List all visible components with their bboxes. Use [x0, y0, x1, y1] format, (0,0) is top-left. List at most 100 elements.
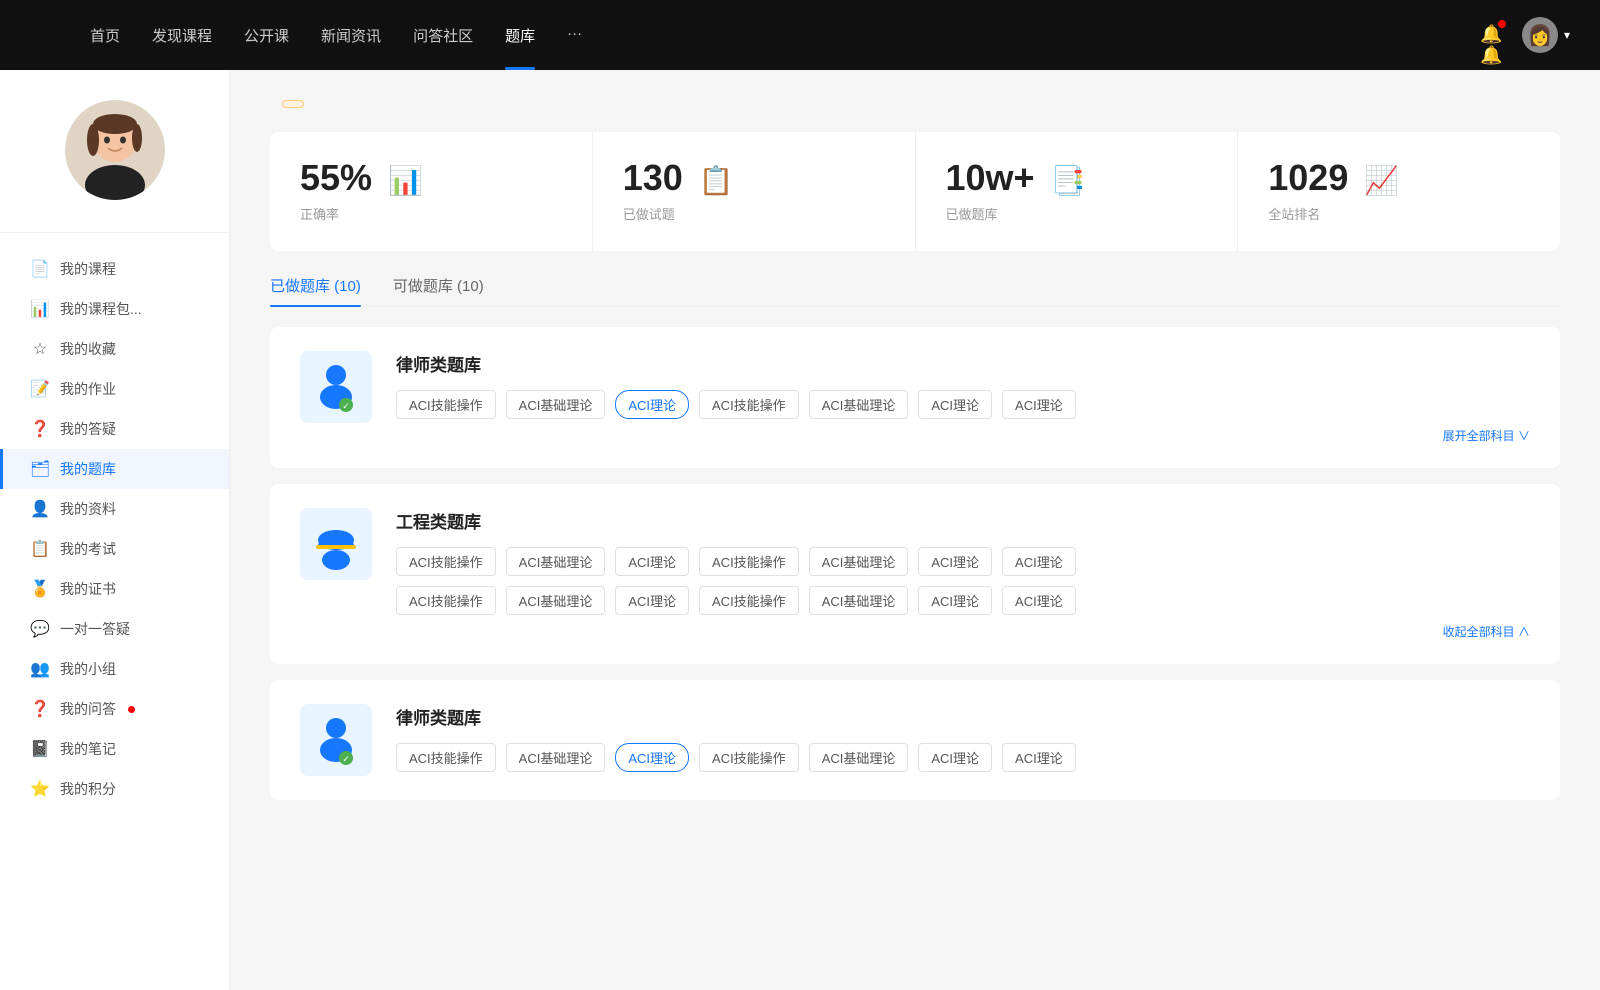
tag-2-1[interactable]: ACI基础理论	[506, 743, 606, 772]
trial-badge	[282, 100, 304, 108]
menu-icon-7: 📋	[30, 539, 50, 559]
sidebar-item-12[interactable]: 📓 我的笔记	[0, 729, 229, 769]
menu-label-9: 一对一答疑	[60, 619, 130, 639]
tag-2-6[interactable]: ACI理论	[1002, 743, 1076, 772]
bank-card-0: ✓ 律师类题库 ACI技能操作 ACI基础理论 ACI理论 ACI技能操作 ACI基础理论…	[270, 327, 1560, 468]
tabs-row: 已做题库 (10) 可做题库 (10)	[270, 275, 1560, 307]
tag-1-0[interactable]: ACI技能操作	[396, 547, 496, 576]
tag2-1-0[interactable]: ACI技能操作	[396, 586, 496, 615]
tag-0-0[interactable]: ACI技能操作	[396, 390, 496, 419]
tag2-1-3[interactable]: ACI技能操作	[699, 586, 799, 615]
tag-0-3[interactable]: ACI技能操作	[699, 390, 799, 419]
tag-1-2[interactable]: ACI理论	[615, 547, 689, 576]
sidebar-item-5[interactable]: 🗂 我的题库	[0, 449, 229, 489]
menu-label-0: 我的课程	[60, 259, 116, 279]
tag-1-5[interactable]: ACI理论	[918, 547, 992, 576]
tag-0-5[interactable]: ACI理论	[918, 390, 992, 419]
bank-icon-2: ✓	[300, 704, 372, 776]
menu-icon-4: ❓	[30, 419, 50, 439]
stat-number-2: 10w+	[946, 160, 1035, 196]
tags-row2-1: ACI技能操作 ACI基础理论 ACI理论 ACI技能操作 ACI基础理论 ACI理论 AC…	[396, 586, 1530, 615]
stat-icon-3: 📈	[1364, 164, 1399, 197]
menu-label-3: 我的作业	[60, 379, 116, 399]
tag-1-6[interactable]: ACI理论	[1002, 547, 1076, 576]
bank-cards-container: ✓ 律师类题库 ACI技能操作 ACI基础理论 ACI理论 ACI技能操作 ACI基础理论…	[270, 327, 1560, 800]
sidebar-item-2[interactable]: ☆ 我的收藏	[0, 329, 229, 369]
stat-number-1: 130	[623, 160, 683, 196]
sidebar-item-11[interactable]: ❓ 我的问答	[0, 689, 229, 729]
navbar: 首页 发现课程 公开课 新闻资讯 问答社区 题库 ··· 🔔 👩 ▾	[0, 0, 1600, 70]
tag2-1-2[interactable]: ACI理论	[615, 586, 689, 615]
menu-icon-0: 📄	[30, 259, 50, 279]
nav-item-问答社区[interactable]: 问答社区	[413, 25, 473, 46]
tab-item-0[interactable]: 已做题库 (10)	[270, 275, 361, 306]
tag-0-1[interactable]: ACI基础理论	[506, 390, 606, 419]
sidebar-item-4[interactable]: ❓ 我的答疑	[0, 409, 229, 449]
bank-icon-0: ✓	[300, 351, 372, 423]
nav-item-题库[interactable]: 题库	[505, 25, 535, 46]
bank-name-1: 工程类题库	[396, 508, 1530, 533]
sidebar-item-1[interactable]: 📊 我的课程包...	[0, 289, 229, 329]
sidebar-item-6[interactable]: 👤 我的资料	[0, 489, 229, 529]
collapse-link-1[interactable]: 收起全部科目 ∧	[396, 623, 1530, 640]
stat-icon-0: 📊	[388, 164, 423, 197]
bank-info-0: 律师类题库 ACI技能操作 ACI基础理论 ACI理论 ACI技能操作 ACI基础理论 AC…	[396, 351, 1530, 444]
page-header	[270, 100, 1560, 108]
nav-item-首页[interactable]: 首页	[90, 25, 120, 46]
menu-label-7: 我的考试	[60, 539, 116, 559]
menu-icon-9: 💬	[30, 619, 50, 639]
bank-name-2: 律师类题库	[396, 704, 1530, 729]
stat-icon-2: 📑	[1051, 164, 1086, 197]
notification-bell-icon[interactable]: 🔔	[1480, 24, 1502, 46]
menu-label-11: 我的问答	[60, 699, 116, 719]
tab-item-1[interactable]: 可做题库 (10)	[393, 275, 484, 306]
sidebar-item-10[interactable]: 👥 我的小组	[0, 649, 229, 689]
tag-2-5[interactable]: ACI理论	[918, 743, 992, 772]
menu-label-8: 我的证书	[60, 579, 116, 599]
profile-avatar	[65, 100, 165, 200]
tags-row-2: ACI技能操作 ACI基础理论 ACI理论 ACI技能操作 ACI基础理论 ACI理论 AC…	[396, 743, 1530, 772]
tag-1-3[interactable]: ACI技能操作	[699, 547, 799, 576]
user-avatar-area[interactable]: 👩 ▾	[1522, 17, 1570, 53]
tag-2-2[interactable]: ACI理论	[615, 743, 689, 772]
stat-item-0: 55% 正确率 📊	[270, 132, 593, 251]
chevron-down-icon: ▾	[1564, 28, 1570, 42]
nav-item-公开课[interactable]: 公开课	[244, 25, 289, 46]
sidebar-item-9[interactable]: 💬 一对一答疑	[0, 609, 229, 649]
expand-link-0[interactable]: 展开全部科目 ∨	[396, 427, 1530, 444]
tag-2-4[interactable]: ACI基础理论	[809, 743, 909, 772]
tag2-1-1[interactable]: ACI基础理论	[506, 586, 606, 615]
svg-text:✓: ✓	[342, 401, 350, 411]
sidebar-item-13[interactable]: ⭐ 我的积分	[0, 769, 229, 809]
bank-card-1: 工程类题库ACI技能操作ACI基础理论ACI理论ACI技能操作ACI基础理论AC…	[270, 484, 1560, 664]
tag-0-6[interactable]: ACI理论	[1002, 390, 1076, 419]
menu-icon-8: 🏅	[30, 579, 50, 599]
sidebar-item-0[interactable]: 📄 我的课程	[0, 249, 229, 289]
nav-item-···[interactable]: ···	[567, 25, 582, 46]
bank-card-2: ✓ 律师类题库 ACI技能操作 ACI基础理论 ACI理论 ACI技能操作 ACI基础理论…	[270, 680, 1560, 800]
tag-1-4[interactable]: ACI基础理论	[809, 547, 909, 576]
sidebar-item-3[interactable]: 📝 我的作业	[0, 369, 229, 409]
stat-label-0: 正确率	[300, 204, 372, 223]
tag2-1-6[interactable]: ACI理论	[1002, 586, 1076, 615]
nav-item-发现课程[interactable]: 发现课程	[152, 25, 212, 46]
main-content: 55% 正确率 📊 130 已做试题 📋 10w+ 已做题库 📑 1029 全站…	[230, 70, 1600, 990]
bank-name-0: 律师类题库	[396, 351, 1530, 376]
nav-item-新闻资讯[interactable]: 新闻资讯	[321, 25, 381, 46]
tag-2-3[interactable]: ACI技能操作	[699, 743, 799, 772]
page-wrapper: 📄 我的课程 📊 我的课程包... ☆ 我的收藏 📝 我的作业 ❓ 我的答疑 🗂…	[0, 70, 1600, 990]
stat-number-0: 55%	[300, 160, 372, 196]
tag2-1-4[interactable]: ACI基础理论	[809, 586, 909, 615]
tag-0-4[interactable]: ACI基础理论	[809, 390, 909, 419]
tag-1-1[interactable]: ACI基础理论	[506, 547, 606, 576]
tag2-1-5[interactable]: ACI理论	[918, 586, 992, 615]
nav-menu: 首页 发现课程 公开课 新闻资讯 问答社区 题库 ···	[90, 25, 1460, 46]
tag-2-0[interactable]: ACI技能操作	[396, 743, 496, 772]
stat-item-2: 10w+ 已做题库 📑	[916, 132, 1239, 251]
menu-dot-11	[128, 706, 135, 713]
menu-label-4: 我的答疑	[60, 419, 116, 439]
tag-0-2[interactable]: ACI理论	[615, 390, 689, 419]
sidebar-item-8[interactable]: 🏅 我的证书	[0, 569, 229, 609]
sidebar-item-7[interactable]: 📋 我的考试	[0, 529, 229, 569]
menu-label-1: 我的课程包...	[60, 299, 142, 319]
